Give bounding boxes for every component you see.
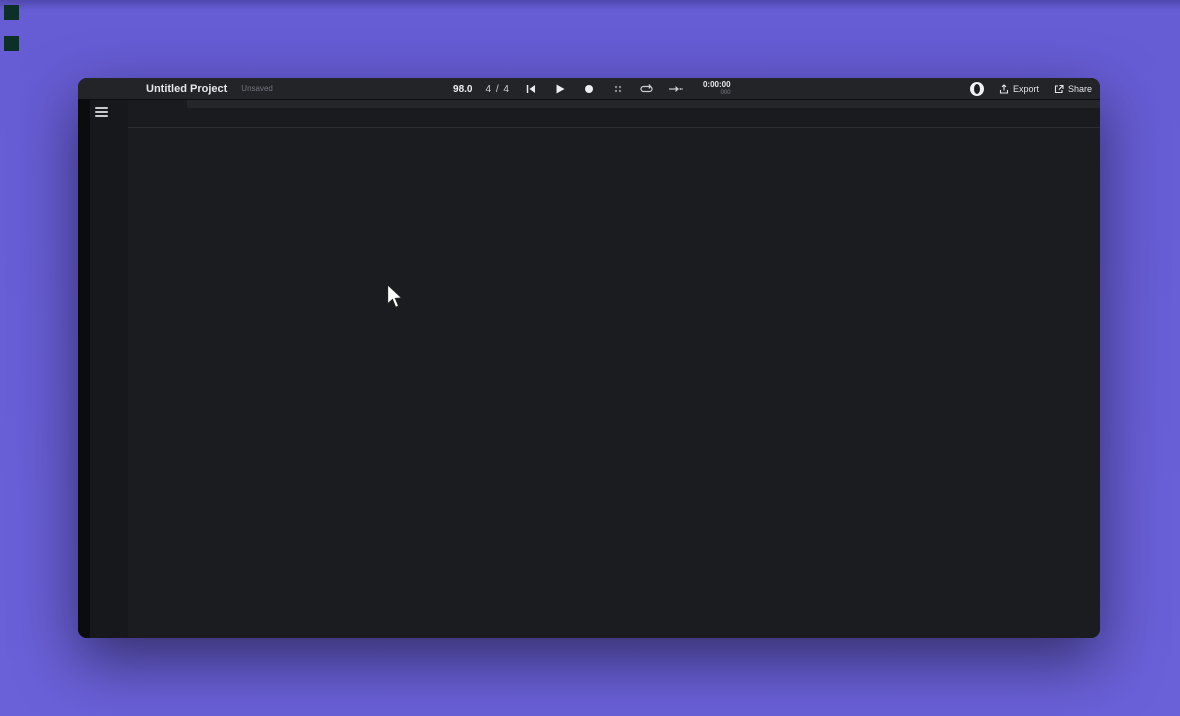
minimize-window-button[interactable] <box>103 84 113 94</box>
titlebar: Untitled Project Unsaved 98.0 4 / 4 <box>78 78 1100 100</box>
arrangement-area <box>78 100 1100 638</box>
project-title: Untitled Project <box>146 83 227 95</box>
metronome-dots-icon[interactable] <box>610 81 626 97</box>
share-button[interactable]: Share <box>1054 84 1092 94</box>
time-signature[interactable]: 4 / 4 <box>485 84 509 95</box>
timeline-ruler[interactable] <box>128 100 1100 128</box>
record-button[interactable] <box>581 81 597 97</box>
save-status: Unsaved <box>241 84 273 93</box>
transport-bar: 98.0 4 / 4 <box>453 78 731 100</box>
punch-in-arrow-icon[interactable] <box>668 81 684 97</box>
corner-artifact <box>4 36 19 51</box>
track-header-column <box>90 100 128 638</box>
left-rail <box>78 100 90 638</box>
zoom-window-button[interactable] <box>120 84 130 94</box>
loop-region-band[interactable] <box>187 100 1100 108</box>
tempo-value[interactable]: 98.0 <box>453 84 472 95</box>
corner-artifact <box>4 5 19 20</box>
play-button[interactable] <box>552 81 568 97</box>
traffic-lights <box>86 84 130 94</box>
export-icon <box>999 84 1009 94</box>
daw-window: Untitled Project Unsaved 98.0 4 / 4 <box>78 78 1100 638</box>
time-display[interactable]: 0:00:00 000 <box>703 81 731 96</box>
loop-button[interactable] <box>639 81 655 97</box>
menu-icon[interactable] <box>95 107 108 117</box>
titlebar-right: Export Share <box>970 78 1092 100</box>
share-icon <box>1054 84 1064 94</box>
export-button[interactable]: Export <box>999 84 1039 94</box>
skip-to-start-button[interactable] <box>523 81 539 97</box>
account-avatar[interactable] <box>970 82 984 96</box>
close-window-button[interactable] <box>86 84 96 94</box>
